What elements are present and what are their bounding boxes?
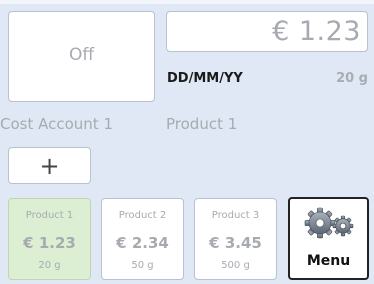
product-tile-weight: 500 g [221,260,250,271]
product-tile-weight: 50 g [131,260,154,271]
selected-product-label[interactable]: Product 1 [166,115,237,133]
top-frame-strip [0,0,374,4]
product-tile-weight: 20 g [38,260,61,271]
off-button[interactable]: Off [8,11,155,102]
weight-display: 20 g [336,71,368,86]
menu-button-label: Menu [306,253,351,269]
price-display: € 1.23 [166,11,368,52]
cost-account-label[interactable]: Cost Account 1 [0,115,113,133]
product-tile-3[interactable]: Product 3 € 3.45 500 g [194,198,277,280]
price-display-value: € 1.23 [272,16,361,47]
product-tile-name: Product 1 [25,210,74,221]
plus-icon: + [39,151,60,180]
date-display: DD/MM/YY [167,71,243,86]
product-tile-price: € 3.45 [209,234,262,252]
product-tile-2[interactable]: Product 2 € 2.34 50 g [101,198,184,280]
product-tile-name: Product 3 [211,210,260,221]
postage-meter-screen: Off € 1.23 DD/MM/YY 20 g Cost Account 1 … [0,0,374,284]
menu-button[interactable]: Menu [288,197,369,280]
off-button-label: Off [68,44,95,65]
product-tile-price: € 1.23 [23,234,76,252]
gears-icon [304,207,354,239]
product-tile-1[interactable]: Product 1 € 1.23 20 g [8,198,91,280]
product-tile-name: Product 2 [118,210,167,221]
product-tile-price: € 2.34 [116,234,169,252]
add-button[interactable]: + [8,147,91,184]
